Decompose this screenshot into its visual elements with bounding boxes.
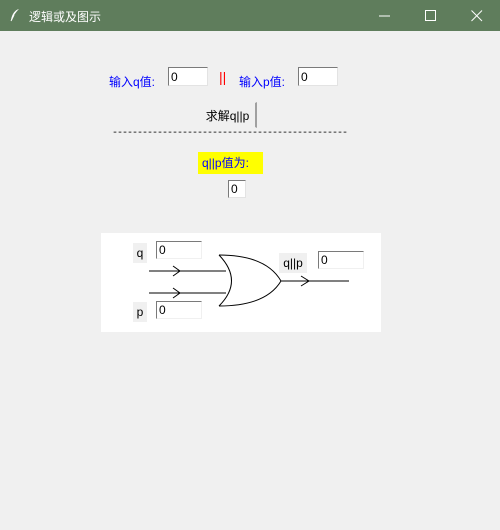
result-label: q||p值为: [198,152,263,174]
diagram-q-label: q [133,243,147,263]
diagram-output-label: q||p [279,253,307,273]
p-input-label: 输入p值: [239,75,286,89]
maximize-icon [425,10,436,21]
diagram-p-value[interactable] [156,301,202,319]
q-input[interactable] [168,67,208,86]
title-bar[interactable]: 逻辑或及图示 [0,0,500,31]
or-symbol: || [219,69,227,85]
diagram-q-value[interactable] [156,241,202,259]
diagram-output-value[interactable] [318,251,364,269]
or-gate-diagram: q p q||p [101,233,381,332]
solve-button[interactable]: 求解q||p [199,102,257,128]
or-gate-back-curve [218,254,232,307]
p-input[interactable] [298,67,338,86]
maximize-button[interactable] [408,0,454,31]
close-button[interactable] [454,0,500,31]
feather-icon [10,9,19,22]
q-input-label: 输入q值: [109,75,156,89]
result-output[interactable] [228,180,246,198]
minimize-button[interactable] [362,0,408,31]
close-icon [471,10,483,22]
window-title: 逻辑或及图示 [29,10,102,24]
minimize-icon [379,15,390,17]
separator-line: ----------------------------------------… [112,128,348,139]
diagram-p-label: p [133,302,147,322]
